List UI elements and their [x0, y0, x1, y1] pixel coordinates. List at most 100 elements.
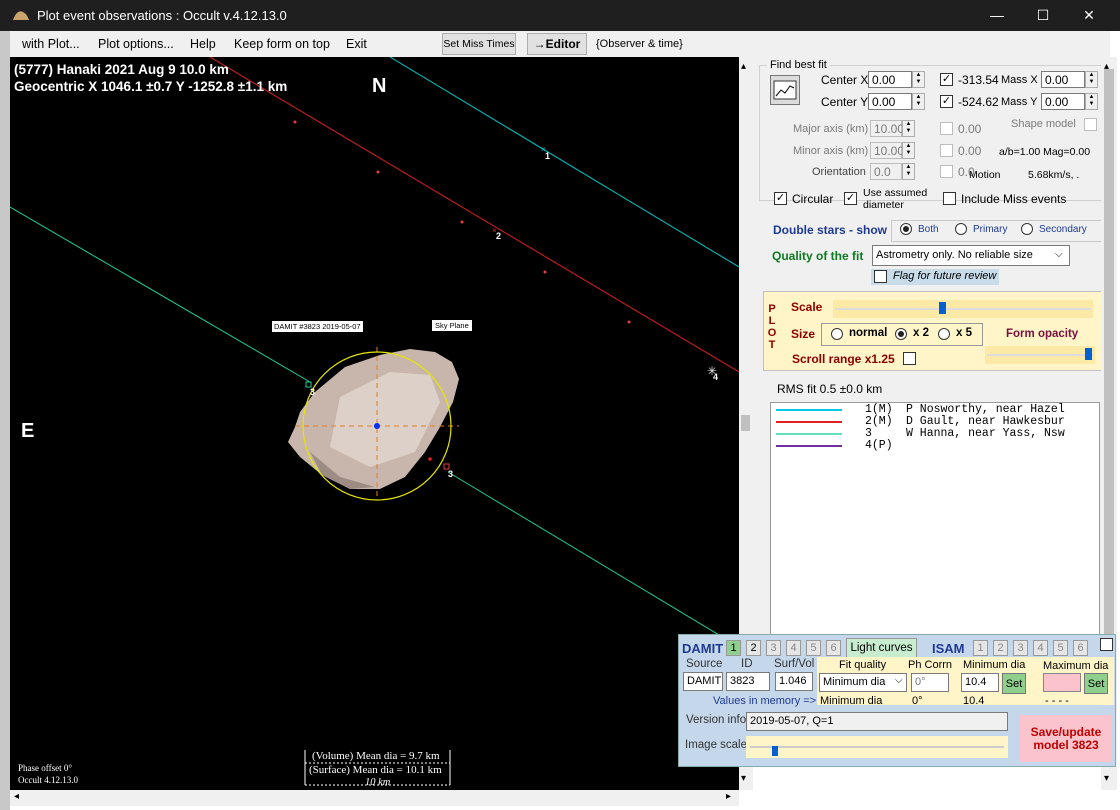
size-normal-radio[interactable] — [831, 328, 843, 340]
panel-scroll-down-icon[interactable]: ▾ — [1104, 773, 1109, 784]
observers-list[interactable]: 1(M) P Nosworthy, near Hazel 2(M) D Gaul… — [770, 402, 1100, 637]
memory-min-dia: 10.4 — [963, 695, 985, 707]
maximize-button[interactable]: ☐ — [1020, 0, 1066, 31]
ph-corrn-field[interactable]: 0° — [911, 673, 949, 692]
scroll-down-icon[interactable]: ▾ — [741, 773, 746, 784]
isam-tab-1[interactable]: 1 — [973, 640, 988, 656]
light-curves-button[interactable]: Light curves — [846, 638, 917, 658]
version-info-field[interactable]: 2019-05-07, Q=1 — [746, 712, 1008, 731]
scroll-range-checkbox[interactable] — [903, 352, 916, 365]
id-field[interactable]: 3823 — [726, 672, 770, 691]
damit-tab-5[interactable]: 5 — [806, 640, 821, 656]
quality-of-fit-select[interactable]: Astrometry only. No reliable size — [872, 245, 1070, 266]
menu-plot-options[interactable]: Plot options... — [98, 37, 174, 51]
damit-tab-3[interactable]: 3 — [766, 640, 781, 656]
center-x-checkbox[interactable]: ✓ — [940, 73, 953, 86]
form-opacity-label: Form opacity — [1006, 328, 1079, 340]
damit-tab-6[interactable]: 6 — [826, 640, 841, 656]
set-miss-times-button[interactable]: Set Miss Times — [442, 33, 516, 55]
isam-tab-2[interactable]: 2 — [993, 640, 1008, 656]
menu-keep-form-on-top[interactable]: Keep form on top — [234, 37, 330, 51]
circular-checkbox[interactable]: ✓ — [774, 192, 787, 205]
menu-with-plot[interactable]: with Plot... — [22, 37, 80, 51]
image-scale-slider[interactable] — [746, 736, 1008, 758]
size-x2-radio[interactable] — [895, 328, 907, 340]
major-axis-checkbox[interactable] — [940, 122, 953, 135]
mass-y-spinner[interactable]: ▲ ▼ — [1085, 93, 1098, 110]
scale-slider-thumb[interactable] — [939, 302, 946, 314]
panel-scroll-thumb[interactable] — [1104, 69, 1114, 669]
size-x5-label: x 5 — [956, 327, 972, 339]
damit-tab-4[interactable]: 4 — [786, 640, 801, 656]
minor-axis-spinner[interactable]: ▲ ▼ — [902, 142, 915, 159]
scroll-thumb[interactable] — [741, 415, 750, 431]
form-opacity-thumb[interactable] — [1085, 348, 1092, 360]
plot-horizontal-scrollbar[interactable]: ◂ ▸ — [10, 790, 739, 806]
chevron-down-icon[interactable]: ⌵ — [1055, 249, 1063, 260]
isam-tab-4[interactable]: 4 — [1033, 640, 1048, 656]
use-assumed-diameter-checkbox[interactable]: ✓ — [844, 192, 857, 205]
surf-vol-field[interactable]: 1.046 — [775, 672, 813, 691]
min-dia-field[interactable]: 10.4 — [961, 673, 999, 692]
orientation-spinner[interactable]: ▲ ▼ — [902, 163, 915, 180]
damit-options-checkbox[interactable] — [1100, 638, 1113, 651]
center-y-checkbox[interactable]: ✓ — [940, 95, 953, 108]
ph-corrn-label: Ph Corrn — [908, 659, 953, 671]
rms-fit-label: RMS fit 0.5 ±0.0 km — [777, 382, 883, 396]
isam-tab-6[interactable]: 6 — [1073, 640, 1088, 656]
shape-model-checkbox[interactable] — [1084, 118, 1097, 131]
center-y-spinner[interactable]: ▲ ▼ — [912, 93, 925, 110]
chord-line-3b — [447, 471, 739, 648]
fit-quality-chevron-icon[interactable]: ⌵ — [895, 675, 903, 686]
save-update-model-button[interactable]: Save/update model 3823 — [1020, 715, 1112, 762]
major-axis-input[interactable]: 10.00 — [870, 120, 904, 137]
surf-vol-label: Surf/Vol — [774, 658, 815, 670]
center-x-spinner[interactable]: ▲ ▼ — [912, 71, 925, 88]
damit-tab-2[interactable]: 2 — [746, 640, 761, 656]
fit-button[interactable] — [770, 75, 800, 105]
menu-help[interactable]: Help — [190, 37, 216, 51]
editor-button[interactable]: →Editor — [527, 33, 587, 55]
menu-exit[interactable]: Exit — [346, 37, 367, 51]
chord-label-1: 1 — [545, 151, 551, 161]
max-dia-field[interactable] — [1043, 673, 1081, 692]
scroll-left-icon[interactable]: ◂ — [14, 791, 19, 802]
set-min-dia-button[interactable]: Set — [1002, 673, 1026, 694]
mass-x-input[interactable]: 0.00 — [1041, 71, 1085, 88]
flag-review-checkbox[interactable] — [874, 270, 887, 283]
double-stars-primary-radio[interactable] — [955, 223, 967, 235]
double-stars-secondary-radio[interactable] — [1021, 223, 1033, 235]
isam-tab-5[interactable]: 5 — [1053, 640, 1068, 656]
plot-canvas[interactable]: × × ✳ (5777) Hanaki 2021 Aug 9 10.0 km G… — [10, 57, 739, 790]
major-axis-spinner[interactable]: ▲ ▼ — [902, 120, 915, 137]
double-stars-both-radio[interactable] — [900, 223, 912, 235]
scroll-up-icon[interactable]: ▴ — [741, 61, 746, 72]
observer-3-color-line — [776, 433, 842, 435]
occult-version-label: Occult 4.12.13.0 — [18, 775, 78, 785]
minor-axis-checkbox[interactable] — [940, 144, 953, 157]
include-miss-checkbox[interactable] — [943, 192, 956, 205]
close-button[interactable]: ✕ — [1066, 0, 1112, 31]
size-x5-radio[interactable] — [938, 328, 950, 340]
orientation-input[interactable]: 0.0 — [870, 163, 902, 180]
motion-value: 5.68km/s, . — [1028, 169, 1080, 181]
damit-tab-1[interactable]: 1 — [726, 640, 741, 656]
set-max-dia-button[interactable]: Set — [1084, 673, 1108, 694]
observer-time-label: {Observer & time} — [596, 38, 683, 50]
mass-y-input[interactable]: 0.00 — [1041, 93, 1085, 110]
double-stars-label: Double stars - show — [773, 223, 888, 237]
source-field[interactable]: DAMIT — [683, 672, 723, 691]
scale-slider[interactable] — [833, 300, 1093, 318]
observer-3-name: W Hanna, near Yass, Nsw — [906, 427, 1065, 440]
mass-x-spinner[interactable]: ▲ ▼ — [1085, 71, 1098, 88]
image-scale-thumb[interactable] — [772, 746, 778, 756]
minor-axis-input[interactable]: 10.00 — [870, 142, 904, 159]
orientation-checkbox[interactable] — [940, 165, 953, 178]
isam-tab-3[interactable]: 3 — [1013, 640, 1028, 656]
scroll-right-icon[interactable]: ▸ — [726, 791, 731, 802]
center-y-input[interactable]: 0.00 — [868, 93, 912, 110]
center-x-input[interactable]: 0.00 — [868, 71, 912, 88]
fit-quality-select[interactable]: Minimum dia — [819, 673, 907, 692]
form-opacity-slider[interactable] — [985, 346, 1095, 364]
minimize-button[interactable]: — — [974, 0, 1020, 31]
